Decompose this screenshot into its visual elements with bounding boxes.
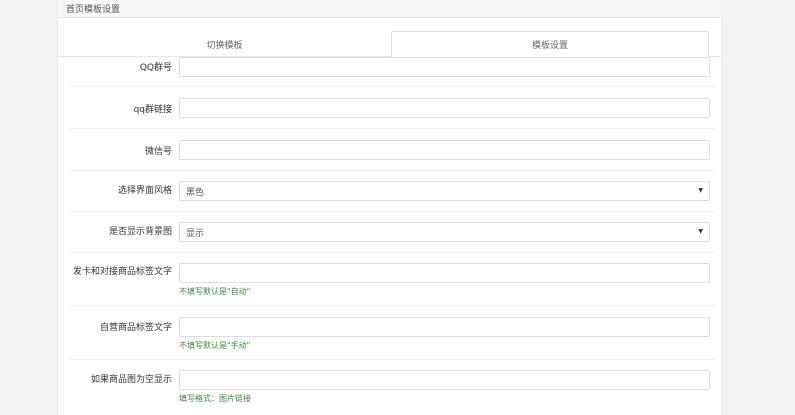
ui-style-value: 黑色 [186,187,205,198]
form-row-tag-auto: 发卡和对接商品标签文字 不填写默认是"自动" [70,253,715,306]
tab-template-settings[interactable]: 模板设置 [391,31,709,58]
qq-group-label: QQ群号 [139,63,172,73]
form-row-show-bg: 是否显示背景图 显示 ▼ [70,212,715,253]
ui-style-label: 选择界面风格 [117,186,172,196]
show-bg-value: 显示 [186,228,205,239]
panel-title: 首页模板设置 [58,0,721,18]
tab-switch-template[interactable]: 切换模板 [58,31,391,57]
wechat-input[interactable] [179,140,710,160]
form-row-wechat: 微信号 [70,129,715,171]
ui-style-select[interactable]: 黑色 ▼ [179,181,710,201]
qq-group-input[interactable] [179,57,710,77]
empty-image-help: 填写格式：图片链接 [179,394,251,403]
tag-auto-help: 不填写默认是"自动" [179,287,251,296]
form-row-qq-group-link: qq群链接 [70,87,715,129]
tag-manual-help: 不填写默认是"手动" [179,341,251,350]
qq-group-link-label: qq群链接 [133,105,172,115]
dropdown-arrow-icon: ▼ [698,228,703,235]
empty-image-label: 如果商品图为空显示 [90,375,172,385]
dropdown-arrow-icon: ▼ [698,187,703,194]
tag-auto-input[interactable] [179,263,710,283]
form-row-ui-style: 选择界面风格 黑色 ▼ [70,171,715,212]
tag-auto-label: 发卡和对接商品标签文字 [72,267,172,277]
tag-manual-input[interactable] [179,317,710,337]
wechat-label: 微信号 [144,147,172,157]
form-row-qq-group: QQ群号 [70,57,715,87]
tag-manual-label: 自营商品标签文字 [99,323,172,333]
tab-bar: 切换模板 模板设置 [58,31,721,58]
form-row-tag-manual: 自营商品标签文字 不填写默认是"手动" [70,306,715,360]
settings-panel: 首页模板设置 切换模板 模板设置 QQ群号 qq群链接 微信号 选择界面风格 黑… [57,0,722,415]
form-row-empty-image: 如果商品图为空显示 填写格式：图片链接 [70,360,715,415]
show-bg-select[interactable]: 显示 ▼ [179,222,710,242]
show-bg-label: 是否显示背景图 [108,227,172,237]
empty-image-input[interactable] [179,370,710,390]
qq-group-link-input[interactable] [179,98,710,118]
